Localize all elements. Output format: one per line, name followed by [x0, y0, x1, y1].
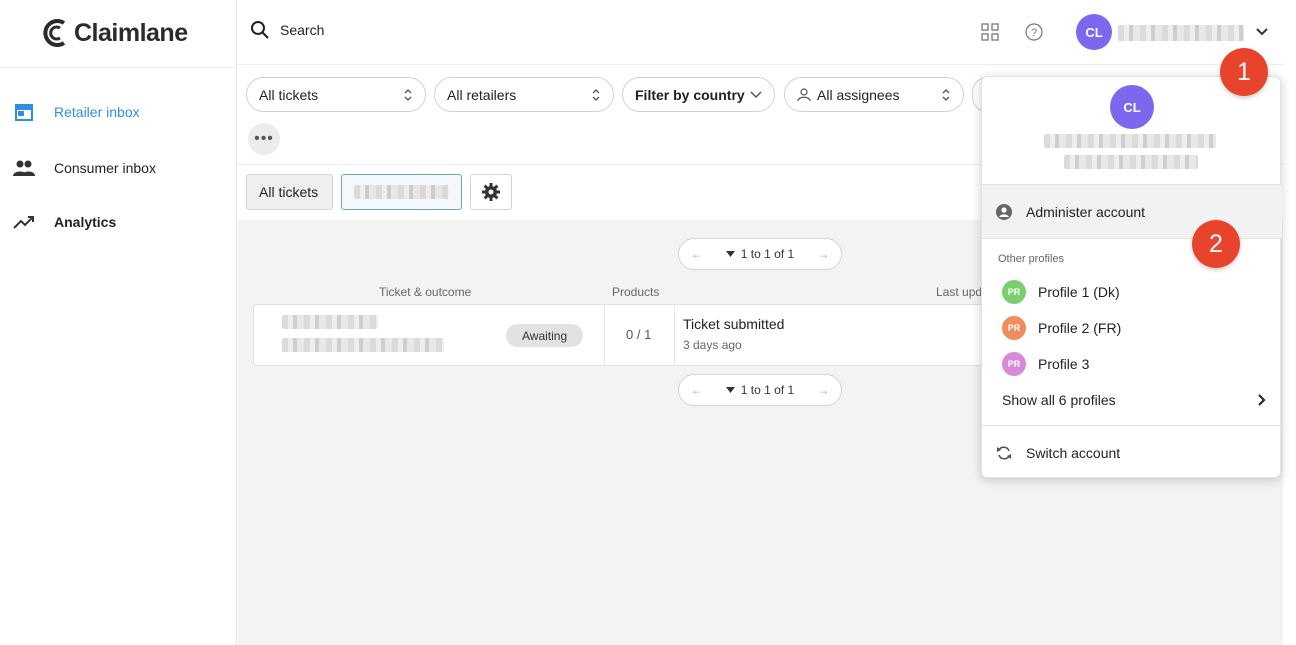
- store-icon: [12, 100, 36, 124]
- pagination-text: 1 to 1 of 1: [740, 383, 795, 397]
- search-button[interactable]: Search: [250, 20, 324, 40]
- page-size-select[interactable]: 1 to 1 of 1: [725, 247, 795, 261]
- chevron-right-icon: [1258, 394, 1266, 406]
- pagination-top: ← 1 to 1 of 1 →: [678, 238, 842, 270]
- logo-text: Claimlane: [74, 18, 188, 47]
- redacted-ticket-detail: [282, 338, 444, 352]
- top-bar: Search ? CL: [238, 0, 1296, 64]
- redacted-ticket-name: [282, 315, 378, 329]
- sidebar: Claimlane Retailer inbox Consumer inbox …: [0, 0, 237, 645]
- help-icon[interactable]: ?: [1022, 20, 1046, 44]
- sidebar-item-label: Consumer inbox: [54, 160, 156, 176]
- column-header-products[interactable]: Products: [612, 285, 659, 299]
- claimlane-logo[interactable]: Claimlane: [42, 16, 188, 50]
- sidebar-divider: [0, 67, 237, 68]
- sidebar-item-retailer-inbox[interactable]: Retailer inbox: [12, 97, 222, 127]
- last-update-title: Ticket submitted: [683, 316, 785, 332]
- caret-down-icon: [725, 387, 735, 393]
- people-icon: [12, 156, 36, 180]
- pagination-bottom: ← 1 to 1 of 1 →: [678, 374, 842, 406]
- apps-grid-icon[interactable]: [978, 20, 1002, 44]
- page-size-select[interactable]: 1 to 1 of 1: [725, 383, 795, 397]
- tab-settings-button[interactable]: [470, 174, 512, 210]
- tab-saved-view[interactable]: [341, 174, 462, 210]
- sync-icon: [997, 446, 1011, 460]
- profile-avatar: PR: [1002, 280, 1026, 304]
- profile-name: Profile 1 (Dk): [1038, 284, 1120, 300]
- redacted-account-email: [1064, 155, 1198, 169]
- chevron-down-icon: [750, 90, 762, 98]
- sidebar-item-label: Retailer inbox: [54, 104, 140, 120]
- divider: [982, 425, 1282, 426]
- other-profiles-heading: Other profiles: [998, 253, 1065, 265]
- tickets-filter-label: All tickets: [259, 86, 319, 103]
- search-label: Search: [280, 22, 325, 38]
- profile-item-1[interactable]: PR Profile 1 (Dk): [982, 280, 1282, 304]
- more-filters-button[interactable]: •••: [248, 123, 280, 155]
- sidebar-item-label: Analytics: [54, 214, 117, 230]
- profile-item-3[interactable]: PR Profile 3: [982, 352, 1282, 376]
- products-count: 0 / 1: [626, 327, 652, 342]
- sort-arrows-icon: [592, 88, 600, 101]
- redacted-tab-label: [354, 185, 449, 199]
- profile-name: Profile 2 (FR): [1038, 320, 1122, 336]
- arrow-left-icon[interactable]: ←: [691, 383, 703, 397]
- sort-arrows-icon: [404, 88, 412, 101]
- show-all-profiles-label: Show all 6 profiles: [1002, 392, 1116, 408]
- show-all-profiles-item[interactable]: Show all 6 profiles: [982, 388, 1282, 412]
- column-divider: [674, 305, 675, 365]
- switch-account-label: Switch account: [1026, 445, 1121, 461]
- search-icon: [251, 21, 269, 39]
- caret-down-icon: [725, 251, 735, 257]
- last-update-time: 3 days ago: [683, 338, 742, 352]
- country-filter-label: Filter by country: [635, 86, 745, 103]
- tickets-filter[interactable]: All tickets: [246, 77, 426, 112]
- switch-account-item[interactable]: Switch account: [982, 441, 1282, 465]
- step-badge-2: 2: [1192, 220, 1240, 268]
- sidebar-item-analytics[interactable]: Analytics: [12, 207, 222, 237]
- profile-item-2[interactable]: PR Profile 2 (FR): [982, 316, 1282, 340]
- account-menu-avatar: CL: [1110, 85, 1154, 129]
- redacted-account-name: [1044, 134, 1216, 148]
- assignees-filter-label: All assignees: [817, 86, 900, 103]
- retailers-filter-label: All retailers: [447, 86, 517, 103]
- table-row[interactable]: Awaiting 0 / 1 Ticket submitted 3 days a…: [253, 304, 1013, 366]
- administer-account-label: Administer account: [1026, 203, 1146, 220]
- assignees-filter[interactable]: All assignees: [784, 77, 964, 112]
- gear-icon: [482, 183, 500, 201]
- profile-avatar: PR: [1002, 352, 1026, 376]
- retailers-filter[interactable]: All retailers: [434, 77, 614, 112]
- more-horizontal-icon: •••: [254, 130, 274, 147]
- chevron-down-icon[interactable]: [1250, 20, 1274, 44]
- column-divider: [604, 305, 605, 365]
- administer-account-item[interactable]: Administer account: [982, 185, 1282, 238]
- tab-all-tickets[interactable]: All tickets: [246, 174, 333, 210]
- person-icon: [797, 87, 811, 101]
- column-header-ticket[interactable]: Ticket & outcome: [379, 285, 471, 299]
- arrow-left-icon[interactable]: ←: [691, 247, 703, 261]
- assignees-filter-content: All assignees: [797, 87, 900, 103]
- step-badge-1: 1: [1220, 48, 1268, 96]
- pagination-text: 1 to 1 of 1: [740, 247, 795, 261]
- arrow-right-icon[interactable]: →: [817, 383, 829, 397]
- column-header-last-update[interactable]: Last upd: [936, 285, 982, 299]
- profile-avatar: PR: [1002, 316, 1026, 340]
- account-circle-icon: [996, 203, 1012, 220]
- svg-text:?: ?: [1031, 27, 1037, 39]
- sort-arrows-icon: [942, 88, 950, 101]
- claimlane-logo-icon: [43, 19, 66, 47]
- trending-up-icon: [12, 210, 36, 234]
- user-avatar[interactable]: CL: [1076, 14, 1112, 50]
- redacted-account-name: [1118, 25, 1244, 41]
- country-filter[interactable]: Filter by country: [622, 77, 775, 112]
- status-badge: Awaiting: [506, 324, 584, 347]
- arrow-right-icon[interactable]: →: [817, 247, 829, 261]
- sidebar-item-consumer-inbox[interactable]: Consumer inbox: [12, 153, 222, 183]
- account-menu: CL Administer account Other profiles PR …: [981, 76, 1282, 478]
- profile-name: Profile 3: [1038, 356, 1090, 372]
